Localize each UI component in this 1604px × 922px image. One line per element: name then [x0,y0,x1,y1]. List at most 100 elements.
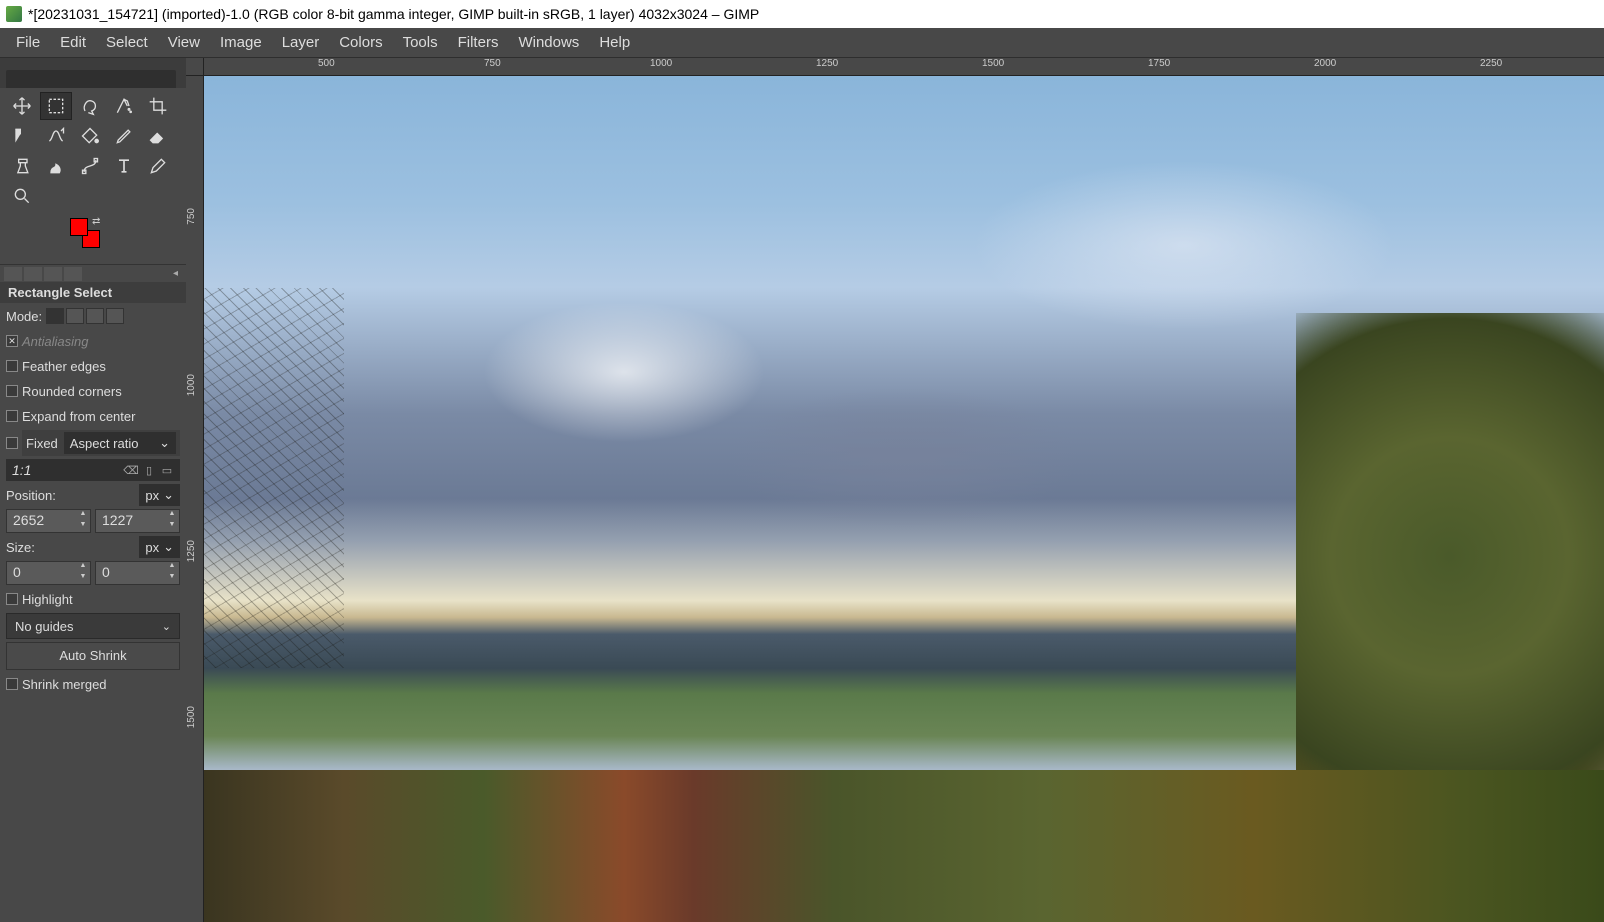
tool-zoom[interactable] [6,182,38,210]
mode-row: Mode: [6,305,180,327]
toolbox-tab-row [0,58,186,88]
tool-warp[interactable] [40,122,72,150]
fixed-type-select[interactable]: Aspect ratio ⌄ [64,432,176,454]
fixed-checkbox[interactable] [6,437,18,449]
default-colors-icon[interactable] [62,236,72,246]
chevron-down-icon: ⌄ [159,435,170,451]
highlight-row[interactable]: Highlight [6,588,180,610]
tool-options-title: Rectangle Select [0,282,186,303]
foreground-color-swatch[interactable] [70,218,88,236]
title-bar: *[20231031_154721] (imported)-1.0 (RGB c… [0,0,1604,28]
tool-rectangle-select[interactable] [40,92,72,120]
tool-bucket-fill[interactable] [74,122,106,150]
tool-transform[interactable] [6,122,38,150]
tool-crop[interactable] [142,92,174,120]
color-swatches: ⇄ [62,216,186,260]
image-canvas[interactable] [204,76,1604,922]
shrink-merged-row[interactable]: Shrink merged [6,673,180,695]
menu-view[interactable]: View [158,30,210,55]
menu-colors[interactable]: Colors [329,30,392,55]
menu-image[interactable]: Image [210,30,272,55]
menu-tools[interactable]: Tools [393,30,448,55]
image-region-branches [204,288,344,669]
expand-checkbox[interactable] [6,410,18,422]
aspect-ratio-input[interactable]: 1:1 [12,462,120,478]
tool-color-picker[interactable] [142,152,174,180]
menu-filters[interactable]: Filters [448,30,509,55]
menu-select[interactable]: Select [96,30,158,55]
horizontal-ruler[interactable]: 500 750 1000 1250 1500 1750 2000 2250 [204,58,1604,76]
toolbox-sidebar: ⇄ ◂ Rectangle Select Mode: ✕ [0,58,186,922]
window-title: *[20231031_154721] (imported)-1.0 (RGB c… [28,6,759,22]
mode-replace-button[interactable] [46,308,64,324]
menu-edit[interactable]: Edit [50,30,96,55]
size-label-row: Size: px ⌄ [6,536,180,558]
feather-label: Feather edges [22,359,106,374]
chevron-down-icon: ⌄ [162,620,171,633]
shrink-merged-label: Shrink merged [22,677,107,692]
size-unit-select[interactable]: px ⌄ [139,536,180,558]
tool-options-tab-icon[interactable] [4,267,22,281]
menu-windows[interactable]: Windows [508,30,589,55]
feather-checkbox[interactable] [6,360,18,372]
guides-select[interactable]: No guides ⌄ [6,613,180,639]
position-y-input[interactable]: 1227▲▼ [95,509,180,533]
rounded-checkbox[interactable] [6,385,18,397]
images-tab-icon[interactable] [64,267,82,281]
position-unit-select[interactable]: px ⌄ [139,484,180,506]
position-unit-value: px [145,488,159,503]
device-status-tab-icon[interactable] [24,267,42,281]
tool-clone[interactable] [6,152,38,180]
tool-free-select[interactable] [74,92,106,120]
size-unit-value: px [145,540,159,555]
size-h-input[interactable]: 0▲▼ [95,561,180,585]
guides-value: No guides [15,619,162,634]
size-w-input[interactable]: 0▲▼ [6,561,91,585]
feather-row[interactable]: Feather edges [6,355,180,377]
fixed-row: Fixed Aspect ratio ⌄ [6,430,180,456]
menu-file[interactable]: File [6,30,50,55]
position-x-input[interactable]: 2652▲▼ [6,509,91,533]
swap-colors-icon[interactable]: ⇄ [92,216,100,227]
tool-smudge[interactable] [40,152,72,180]
position-label-row: Position: px ⌄ [6,484,180,506]
tool-options-tabs: ◂ [0,264,186,282]
mode-add-button[interactable] [66,308,84,324]
expand-row[interactable]: Expand from center [6,405,180,427]
vertical-ruler[interactable]: 750 1000 1250 1500 [186,76,204,922]
highlight-label: Highlight [22,592,73,607]
size-label: Size: [6,540,133,555]
undo-history-tab-icon[interactable] [44,267,62,281]
ruler-corner [186,58,204,76]
chevron-down-icon: ⌄ [163,539,174,555]
rounded-label: Rounded corners [22,384,122,399]
menu-help[interactable]: Help [589,30,640,55]
auto-shrink-button[interactable]: Auto Shrink [6,642,180,670]
mode-subtract-button[interactable] [86,308,104,324]
clear-ratio-icon[interactable]: ⌫ [124,463,138,477]
shrink-merged-checkbox[interactable] [6,678,18,690]
tool-move[interactable] [6,92,38,120]
mode-label: Mode: [6,309,42,324]
canvas-area: ⊠ 500 750 1000 1250 1500 1750 2000 2250 … [186,58,1604,922]
tool-pencil[interactable] [108,122,140,150]
highlight-checkbox[interactable] [6,593,18,605]
antialiasing-row[interactable]: ✕ Antialiasing [6,330,180,352]
toolbox-grid [0,88,186,214]
rounded-row[interactable]: Rounded corners [6,380,180,402]
mode-intersect-button[interactable] [106,308,124,324]
toolbox-tab-blank [6,70,176,88]
tool-paths[interactable] [74,152,106,180]
menu-bar: File Edit Select View Image Layer Colors… [0,28,1604,58]
portrait-icon[interactable]: ▯ [142,463,156,477]
tool-text[interactable] [108,152,140,180]
size-inputs: 0▲▼ 0▲▼ [6,561,180,585]
menu-layer[interactable]: Layer [272,30,330,55]
antialiasing-label: Antialiasing [22,334,89,349]
position-label: Position: [6,488,133,503]
tool-eraser[interactable] [142,122,174,150]
antialiasing-checkbox[interactable]: ✕ [6,335,18,347]
tab-menu-icon[interactable]: ◂ [173,268,182,279]
tool-fuzzy-select[interactable] [108,92,140,120]
landscape-icon[interactable]: ▭ [160,463,174,477]
